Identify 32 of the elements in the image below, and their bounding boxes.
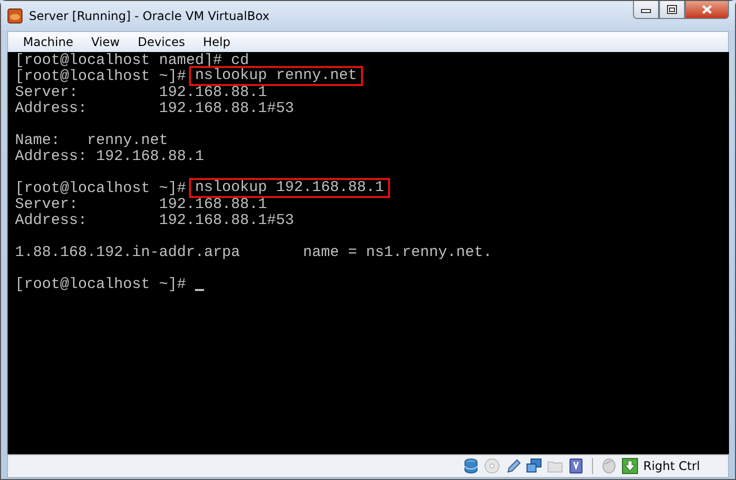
display-icon[interactable] [568,458,584,474]
terminal-output: Address: 192.168.88.1#53 [15,213,294,229]
app-icon [7,8,23,24]
menu-item[interactable]: Devices [128,35,194,49]
terminal-output: Server: 192.168.88.1 [15,197,268,213]
menu-item[interactable]: Help [194,35,240,49]
minimize-icon [641,6,651,12]
close-button[interactable] [685,1,729,19]
highlighted-command: nslookup renny.net [191,68,362,84]
shell-prompt: [root@localhost ~]# [15,69,186,85]
network-icon[interactable] [526,458,542,474]
menu-item[interactable]: Machine [14,35,82,49]
maximize-button[interactable] [659,1,685,19]
shell-prompt: [root@localhost named]# [15,53,222,69]
terminal-output: Address: 192.168.88.1 [15,149,204,165]
down-arrow-icon[interactable] [622,458,638,474]
shell-prompt: [root@localhost ~]# [15,277,186,293]
highlighted-command: nslookup 192.168.88.1 [191,180,388,196]
terminal-output: Server: 192.168.88.1 [15,85,268,101]
hard-disk-icon[interactable] [463,458,480,474]
shell-command: cd [231,53,250,69]
minimize-button[interactable] [633,1,659,19]
close-icon [702,5,712,14]
pen-icon[interactable] [505,458,522,474]
terminal-output: 1.88.168.192.in-addr.arpa name = ns1.renny.net. [15,245,492,261]
terminal-output: Name: renny.net [15,133,168,149]
host-key-label: Right Ctrl [643,459,700,473]
menu-item[interactable]: View [82,35,129,49]
terminal-output: Address: 192.168.88.1#53 [15,101,294,117]
maximize-icon [667,5,677,14]
shell-prompt: [root@localhost ~]# [15,181,186,197]
window-title: Server [Running] - Oracle VM VirtualBox [29,9,270,23]
